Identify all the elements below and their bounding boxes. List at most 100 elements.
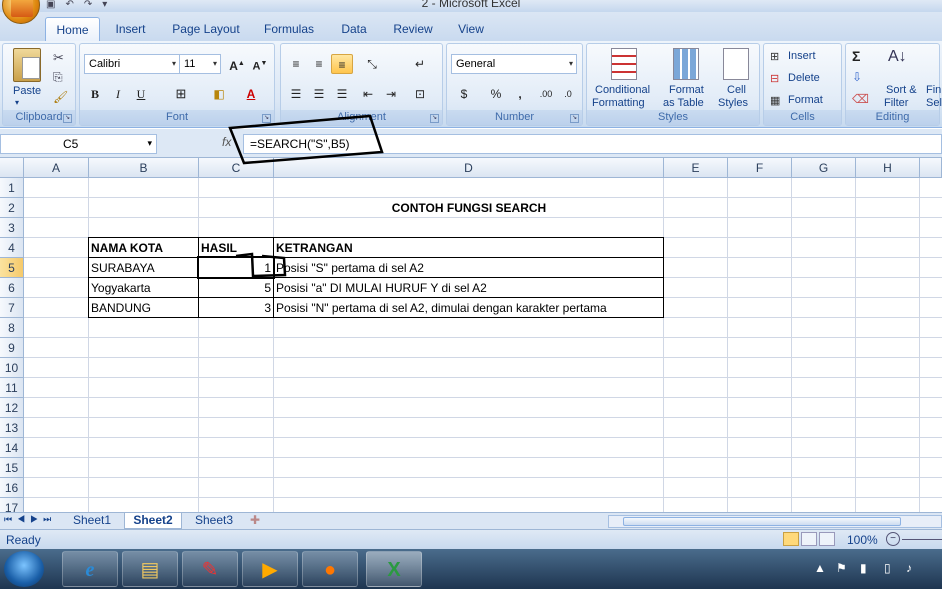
table-cell[interactable]: 3	[199, 298, 274, 318]
row-header[interactable]: 9	[0, 338, 24, 358]
cell-styles-label-1[interactable]: Cell	[727, 84, 746, 96]
header-ketrangan[interactable]: KETRANGAN	[274, 238, 664, 258]
row-header[interactable]: 5	[0, 258, 24, 278]
zoom-level[interactable]: 100%	[847, 533, 878, 547]
start-button-icon[interactable]	[4, 551, 44, 587]
row-header[interactable]: 4	[0, 238, 24, 258]
format-painter-icon[interactable]: 🖌	[53, 90, 68, 104]
column-header-g[interactable]: G	[792, 158, 856, 178]
row-header[interactable]: 15	[0, 458, 24, 478]
font-color-icon[interactable]: A	[240, 84, 262, 104]
column-header-h[interactable]: H	[856, 158, 920, 178]
merge-center-icon[interactable]: ⊡	[409, 84, 431, 104]
copy-icon[interactable]: ⎘	[53, 70, 63, 85]
formula-input[interactable]: =SEARCH("S",B5)	[243, 134, 942, 154]
tab-review[interactable]: Review	[388, 19, 438, 41]
row-header[interactable]: 8	[0, 318, 24, 338]
row-header[interactable]: 12	[0, 398, 24, 418]
tab-home[interactable]: Home	[45, 17, 100, 41]
column-header-e[interactable]: E	[664, 158, 728, 178]
table-cell[interactable]: Posisi "N" pertama di sel A2, dimulai de…	[274, 298, 664, 318]
format-as-table-label-1[interactable]: Format	[669, 84, 704, 96]
row-header[interactable]: 7	[0, 298, 24, 318]
find-select-label-2[interactable]: Sel	[926, 97, 942, 109]
column-header-i[interactable]	[920, 158, 942, 178]
row-header[interactable]: 3	[0, 218, 24, 238]
row-header[interactable]: 2	[0, 198, 24, 218]
sheet-title[interactable]: CONTOH FUNGSI SEARCH	[274, 198, 664, 218]
increase-indent-icon[interactable]: ⇥	[380, 84, 402, 104]
sheet-tab-1[interactable]: Sheet1	[64, 513, 120, 529]
sheet-tab-2[interactable]: Sheet2	[124, 513, 182, 529]
format-as-table-icon[interactable]	[673, 48, 699, 80]
decrease-indent-icon[interactable]: ⇤	[357, 84, 379, 104]
network-icon[interactable]: ▮	[860, 561, 867, 575]
font-name-input[interactable]: Calibri ▾	[84, 54, 180, 74]
table-cell[interactable]: 5	[199, 278, 274, 298]
sheet-nav-icons[interactable]: ⏮◀▶⏭	[4, 514, 56, 525]
conditional-formatting-icon[interactable]	[611, 48, 637, 80]
delete-cells-button[interactable]: Delete	[788, 72, 820, 84]
file-explorer-icon[interactable]: ▤	[122, 551, 178, 587]
bold-button[interactable]: B	[84, 84, 106, 104]
media-player-icon[interactable]: ▶	[242, 551, 298, 587]
header-nama-kota[interactable]: NAMA KOTA	[89, 238, 199, 258]
excel-taskbar-icon[interactable]: X	[366, 551, 422, 587]
table-cell[interactable]: SURABAYA	[89, 258, 199, 278]
cell-styles-label-2[interactable]: Styles	[718, 97, 748, 109]
row-header[interactable]: 6	[0, 278, 24, 298]
table-cell[interactable]: Yogyakarta	[89, 278, 199, 298]
tab-view[interactable]: View	[452, 19, 490, 41]
column-header-a[interactable]: A	[24, 158, 89, 178]
underline-button[interactable]: U	[130, 84, 152, 104]
name-box[interactable]: C5 ▾	[0, 134, 157, 154]
row-header[interactable]: 13	[0, 418, 24, 438]
cell-styles-icon[interactable]	[723, 48, 749, 80]
delete-cells-icon[interactable]: ⊟	[770, 72, 779, 85]
column-header-f[interactable]: F	[728, 158, 792, 178]
grow-font-icon[interactable]: A▲	[226, 54, 248, 74]
column-header-b[interactable]: B	[89, 158, 199, 178]
fill-color-icon[interactable]: ◧	[208, 84, 230, 104]
cut-icon[interactable]: ✂	[53, 50, 64, 66]
row-header[interactable]: 17	[0, 498, 24, 512]
volume-icon[interactable]: ♪	[906, 561, 912, 575]
clipboard-launcher-icon[interactable]: ↘	[63, 114, 72, 123]
action-center-icon[interactable]: ⚑	[836, 561, 847, 575]
page-layout-view-icon[interactable]	[801, 532, 817, 546]
sort-filter-label-1[interactable]: Sort &	[886, 84, 917, 96]
internet-explorer-icon[interactable]: e	[62, 551, 118, 587]
row-header[interactable]: 11	[0, 378, 24, 398]
clear-icon[interactable]: ⌫	[852, 92, 869, 106]
insert-cells-button[interactable]: Insert	[788, 50, 816, 62]
format-as-table-label-2[interactable]: as Table	[663, 97, 704, 109]
paint-icon[interactable]: ✎	[182, 551, 238, 587]
align-bottom-icon[interactable]: ≡	[331, 54, 353, 74]
insert-sheet-icon[interactable]: ✚	[250, 513, 260, 527]
horizontal-scrollbar[interactable]	[608, 515, 942, 528]
zoom-out-icon[interactable]: −	[886, 532, 900, 546]
find-select-label-1[interactable]: Fin	[926, 84, 941, 96]
select-all-corner[interactable]	[0, 158, 24, 178]
align-left-icon[interactable]: ☰	[285, 84, 307, 104]
scrollbar-thumb[interactable]	[623, 517, 901, 526]
page-break-view-icon[interactable]	[819, 532, 835, 546]
view-buttons[interactable]	[783, 532, 839, 547]
sort-filter-label-2[interactable]: Filter	[884, 97, 908, 109]
shrink-font-icon[interactable]: A▼	[249, 54, 271, 74]
row-header[interactable]: 16	[0, 478, 24, 498]
spreadsheet-grid[interactable]: A B C D E F G H 1 2 3 4 5 6 7 8 9 10 11 …	[0, 158, 942, 512]
align-middle-icon[interactable]: ≡	[308, 54, 330, 74]
borders-icon[interactable]: ⊞	[170, 84, 192, 104]
row-header[interactable]: 14	[0, 438, 24, 458]
paste-button[interactable]: Paste	[13, 85, 41, 97]
tab-formulas[interactable]: Formulas	[258, 19, 320, 41]
currency-button[interactable]: $	[453, 84, 475, 104]
fill-icon[interactable]: ⇩	[852, 70, 862, 84]
wrap-text-icon[interactable]: ↵	[409, 54, 431, 74]
table-cell[interactable]: BANDUNG	[89, 298, 199, 318]
table-cell[interactable]: Posisi "S" pertama di sel A2	[274, 258, 664, 278]
autosum-icon[interactable]: Σ	[852, 48, 860, 64]
increase-decimal-icon[interactable]: .00	[535, 84, 557, 104]
column-header-c[interactable]: C	[199, 158, 274, 178]
